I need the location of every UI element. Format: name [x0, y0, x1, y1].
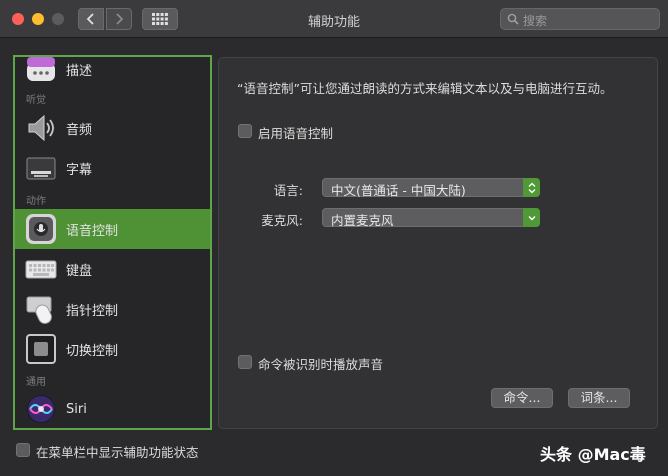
captions-icon [25, 152, 57, 184]
sidebar[interactable]: 描述 听觉 音频 字幕 动作 语音控制 键盘 指针控制 切换控制 通用 Siri [13, 55, 212, 430]
sidebar-item-label: 指针控制 [66, 303, 119, 319]
search-placeholder: 搜索 [523, 14, 548, 28]
title-bar: 辅助功能 搜索 [0, 0, 668, 38]
siri-icon [25, 393, 57, 425]
search-field[interactable]: 搜索 [500, 8, 660, 30]
sidebar-item-voice-control[interactable]: 语音控制 [15, 209, 210, 249]
play-sound-label: 命令被识别时播放声音 [258, 357, 384, 372]
sidebar-item-label: 字幕 [66, 162, 93, 178]
microphone-select[interactable]: 内置麦克风 [322, 208, 540, 228]
chevron-down-icon [523, 208, 540, 227]
switch-control-icon [25, 333, 57, 365]
sidebar-item-label: 键盘 [66, 263, 93, 279]
sidebar-item-label: 切换控制 [66, 343, 119, 359]
enable-voice-control-label: 启用语音控制 [258, 126, 334, 141]
sidebar-item-label: Siri [66, 401, 87, 417]
play-sound-checkbox[interactable] [238, 355, 252, 369]
descriptions-icon [25, 57, 57, 85]
mouse-icon [25, 293, 57, 325]
language-select[interactable]: 中文(普通话 - 中国大陆) [322, 178, 540, 198]
enable-voice-control-checkbox[interactable] [238, 124, 252, 138]
sidebar-item-label: 语音控制 [66, 223, 119, 239]
sidebar-item-label: 描述 [66, 63, 93, 79]
sidebar-item-captions[interactable]: 字幕 [15, 148, 210, 188]
section-hearing: 听觉 [26, 95, 46, 106]
updown-chevron-icon [523, 178, 540, 197]
watermark: 头条 @Mac毒 [540, 445, 646, 464]
sidebar-item-siri[interactable]: Siri [15, 389, 210, 428]
language-label: 语言: [273, 183, 303, 198]
voice-control-panel: “语音控制”可让您通过朗读的方式来编辑文本以及与电脑进行互动。 启用语音控制 语… [218, 57, 658, 429]
sidebar-item-audio[interactable]: 音频 [15, 108, 210, 148]
microphone-value: 内置麦克风 [331, 213, 394, 228]
section-general: 通用 [26, 377, 46, 388]
search-icon [507, 13, 519, 25]
microphone-label: 麦克风: [261, 213, 303, 228]
language-value: 中文(普通话 - 中国大陆) [331, 183, 466, 198]
show-in-menubar-checkbox[interactable] [16, 443, 30, 457]
sidebar-item-label: 音频 [66, 122, 93, 138]
sidebar-item-switch-control[interactable]: 切换控制 [15, 329, 210, 369]
sidebar-item-descriptions[interactable]: 描述 [15, 57, 210, 89]
show-in-menubar-label: 在菜单栏中显示辅助功能状态 [36, 445, 199, 460]
voice-control-icon [25, 213, 57, 245]
vocabulary-button[interactable]: 词条... [568, 388, 630, 408]
panel-description: “语音控制”可让您通过朗读的方式来编辑文本以及与电脑进行互动。 [237, 81, 613, 96]
sidebar-item-keyboard[interactable]: 键盘 [15, 249, 210, 289]
keyboard-icon [25, 253, 57, 285]
commands-button[interactable]: 命令... [491, 388, 553, 408]
sidebar-item-pointer-control[interactable]: 指针控制 [15, 289, 210, 329]
section-motor: 动作 [26, 196, 46, 207]
speaker-icon [25, 112, 57, 144]
